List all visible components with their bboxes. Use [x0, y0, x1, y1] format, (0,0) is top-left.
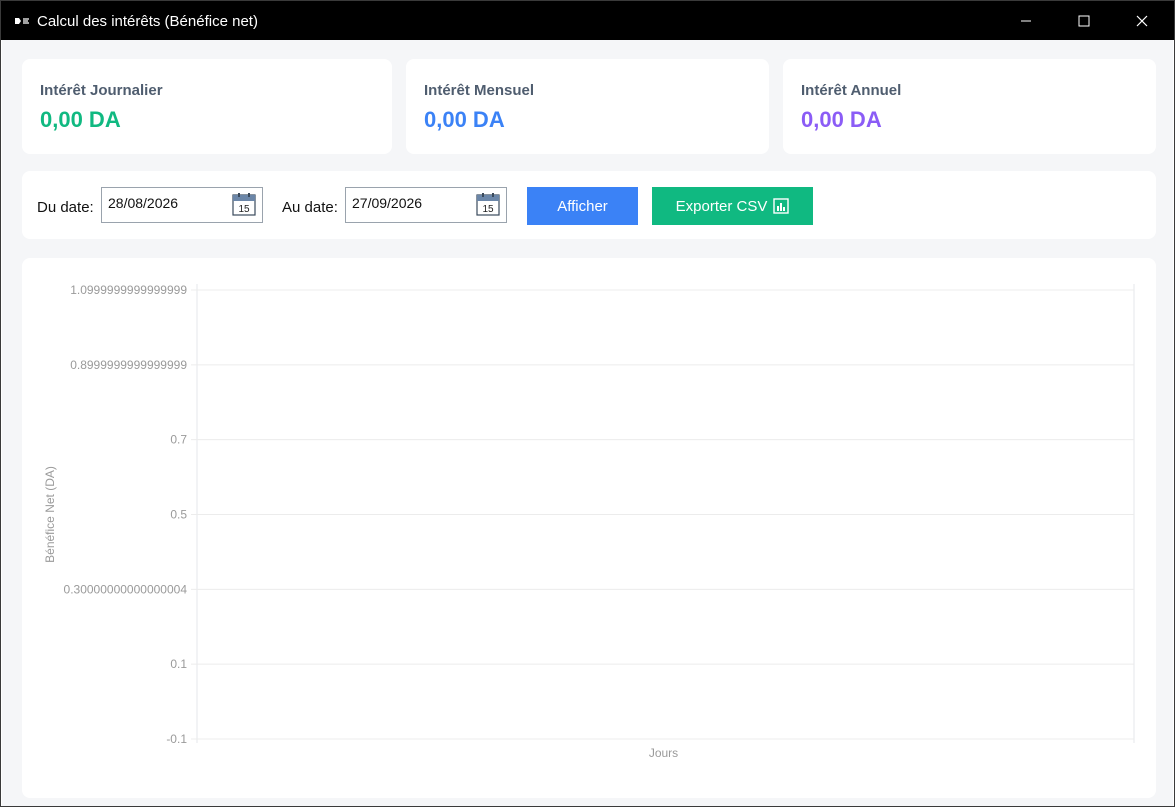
y-tick-label: 0.8999999999999999: [70, 358, 187, 372]
stat-label-monthly: Intérêt Mensuel: [424, 82, 535, 99]
from-date-label: Du date:: [37, 199, 94, 216]
to-date-label: Au date:: [282, 199, 338, 216]
x-axis-title: Jours: [649, 746, 678, 760]
profit-line-chart: 1.0999999999999999 0.8999999999999999 0.7 0…: [43, 283, 1135, 760]
maximize-icon: [1078, 15, 1090, 26]
stat-card-daily: Intérêt Journalier 0,00 DA: [22, 59, 392, 154]
chart-card: 1.0999999999999999 0.8999999999999999 0.7 0…: [22, 258, 1156, 798]
to-date-picker[interactable]: 27/09/2026 15: [345, 187, 507, 223]
stat-card-monthly: Intérêt Mensuel 0,00 DA: [406, 59, 769, 154]
close-icon: [1136, 15, 1148, 26]
y-axis-title: Bénéfice Net (DA): [43, 466, 57, 563]
maximize-button[interactable]: [1055, 1, 1113, 40]
minimize-icon: [1021, 20, 1031, 21]
svg-text:15: 15: [482, 204, 494, 215]
app-logo-icon: [15, 18, 29, 24]
bar-chart-icon: [773, 198, 790, 214]
y-tick-label: 0.5: [170, 508, 187, 522]
y-tick-label: 0.30000000000000004: [64, 582, 188, 596]
from-date-picker[interactable]: 28/08/2026 15: [101, 187, 263, 223]
export-csv-label: Exporter CSV: [675, 197, 768, 215]
calendar-icon[interactable]: 15: [476, 192, 500, 216]
window-title: Calcul des intérêts (Bénéfice net): [37, 13, 258, 30]
y-tick-label: 0.7: [170, 433, 187, 447]
stat-label-daily: Intérêt Journalier: [40, 82, 163, 99]
from-date-value: 28/08/2026: [108, 195, 179, 211]
to-date-value: 27/09/2026: [352, 195, 423, 211]
calendar-icon[interactable]: 15: [232, 192, 256, 216]
y-tick-label: 1.0999999999999999: [70, 283, 187, 297]
show-button-label: Afficher: [557, 197, 608, 215]
filter-bar: Du date: 28/08/2026 15 Au date: 27/09/20…: [22, 171, 1156, 239]
export-csv-button[interactable]: Exporter CSV: [652, 187, 813, 225]
y-tick-label: 0.1: [170, 657, 187, 671]
show-button[interactable]: Afficher: [527, 187, 638, 225]
app-window: Calcul des intérêts (Bénéfice net) Intér…: [0, 0, 1175, 807]
stat-value-monthly: 0,00 DA: [424, 107, 505, 132]
close-button[interactable]: [1113, 1, 1171, 40]
stat-label-annual: Intérêt Annuel: [801, 82, 902, 99]
stat-value-daily: 0,00 DA: [40, 107, 121, 132]
main-content: Intérêt Journalier 0,00 DA Intérêt Mensu…: [2, 40, 1173, 806]
title-bar[interactable]: Calcul des intérêts (Bénéfice net): [1, 1, 1174, 40]
minimize-button[interactable]: [997, 1, 1055, 40]
stat-value-annual: 0,00 DA: [801, 107, 882, 132]
stat-card-annual: Intérêt Annuel 0,00 DA: [783, 59, 1156, 154]
y-tick-label: -0.1: [166, 732, 187, 746]
svg-text:15: 15: [238, 204, 250, 215]
